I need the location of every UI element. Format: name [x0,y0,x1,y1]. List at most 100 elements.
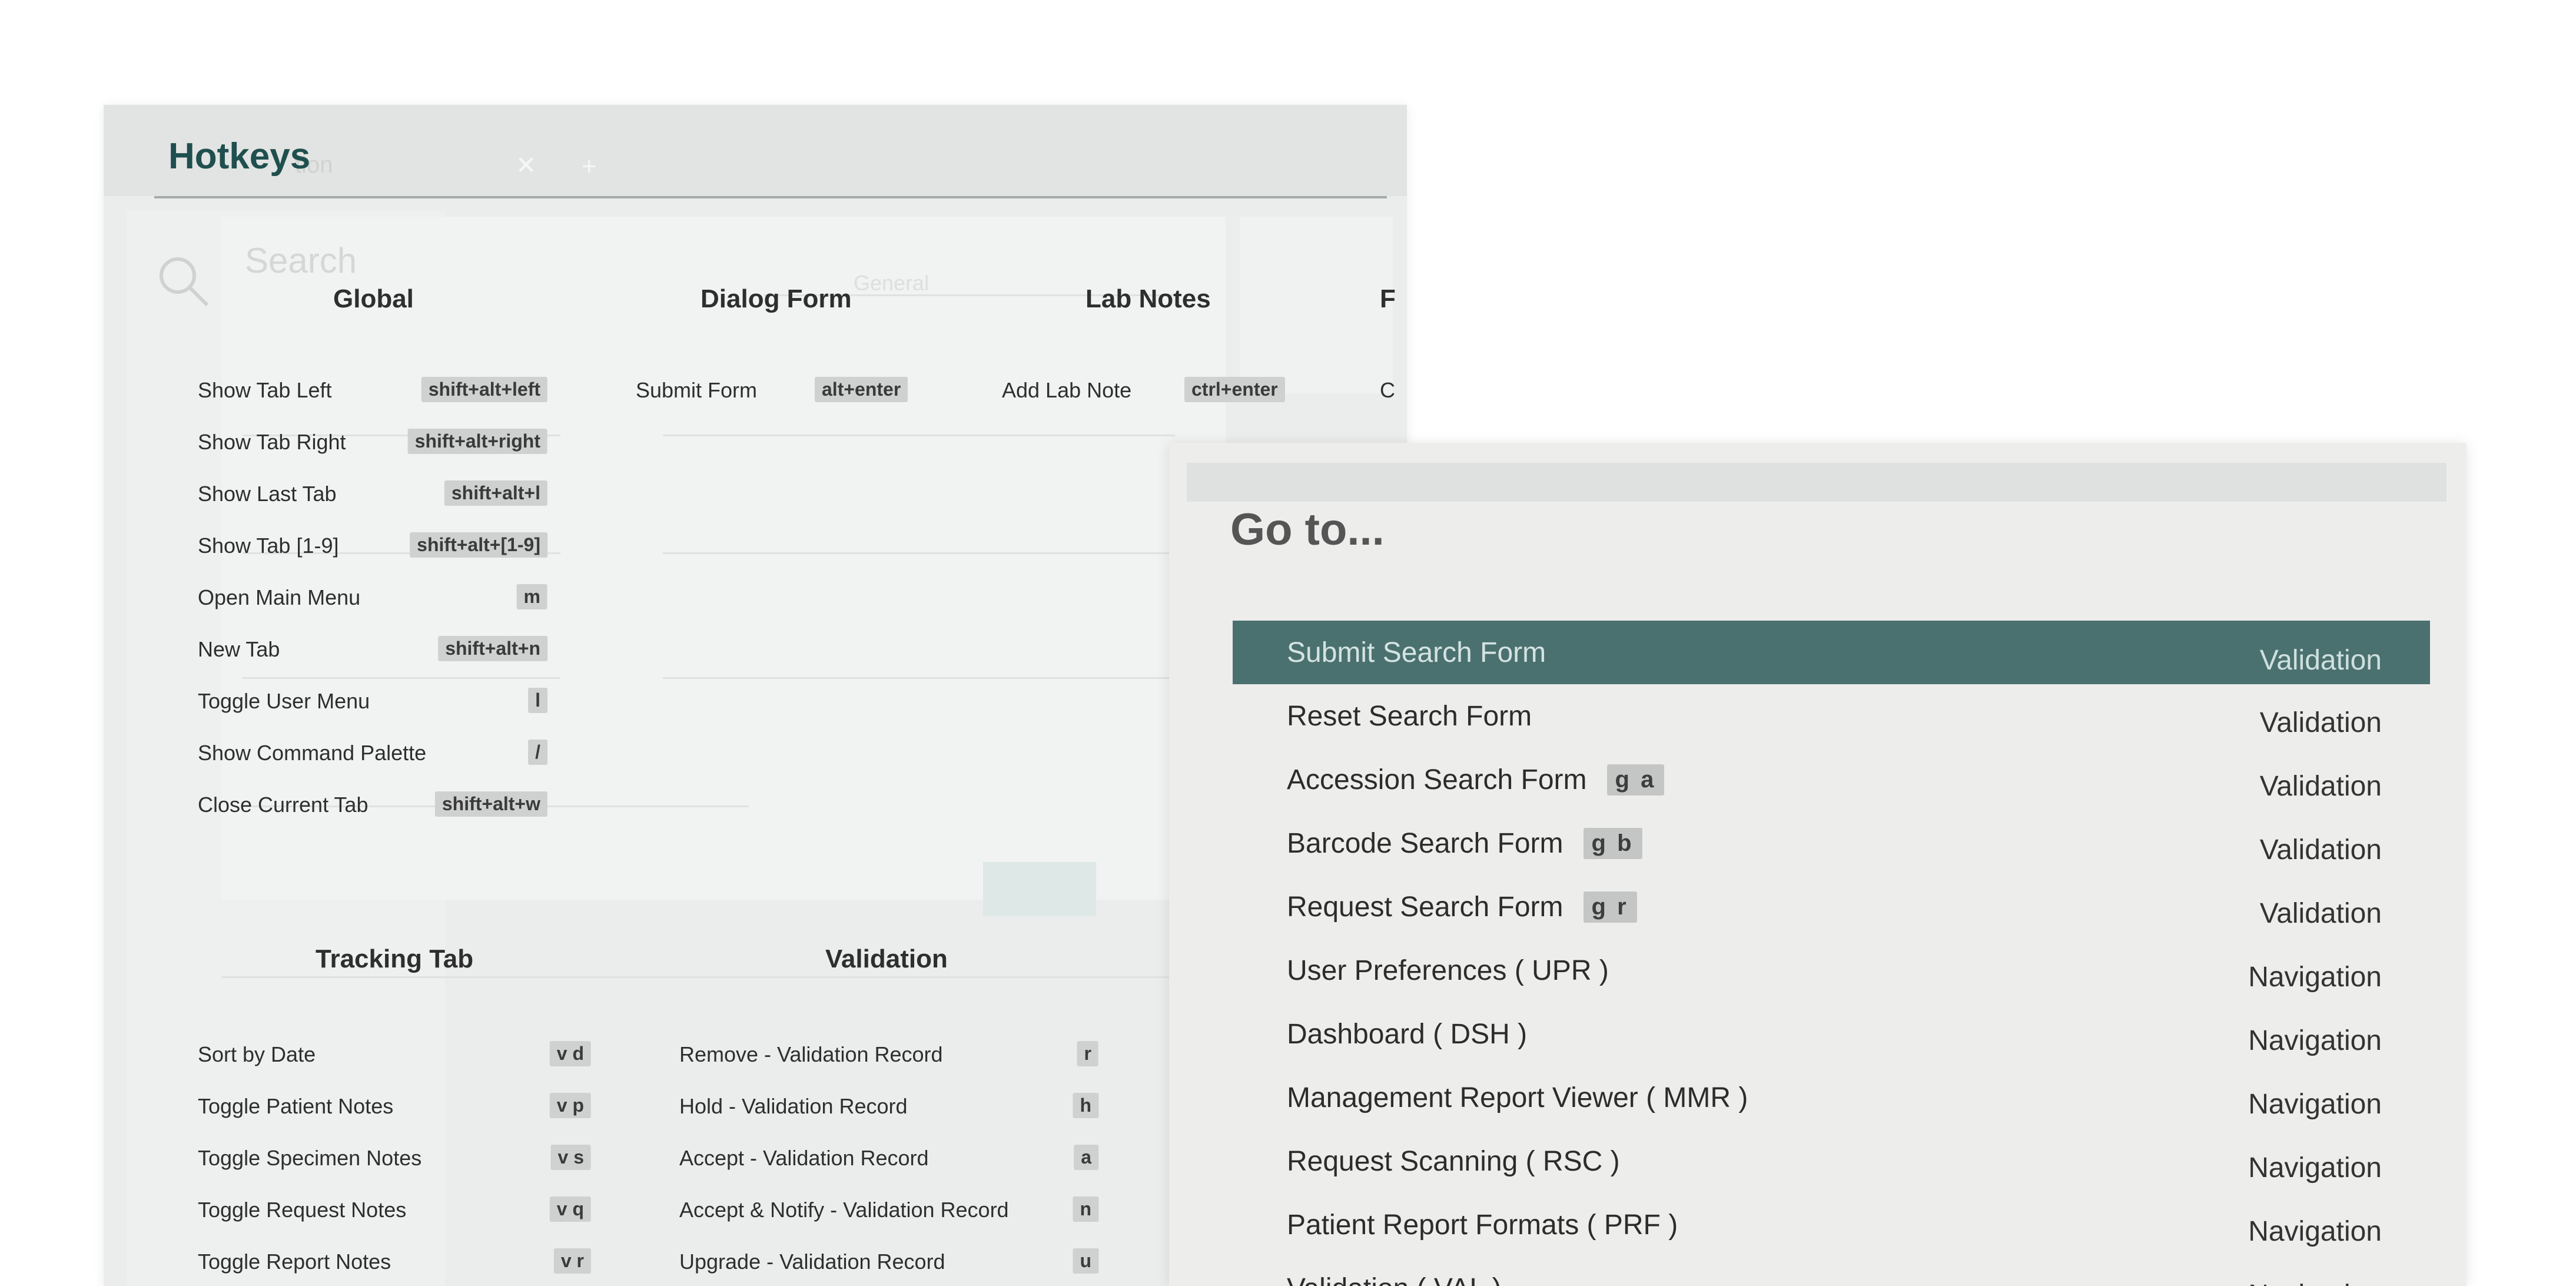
goto-item-label: Patient Report Formats ( PRF ) [1287,1209,1678,1241]
goto-item-category: Navigation [2248,1089,2382,1120]
goto-item-label: Request Scanning ( RSC ) [1287,1145,1620,1177]
hotkey-label: Hold - Validation Record [679,1094,908,1118]
goto-item-category: Navigation [2248,1279,2382,1286]
goto-title: Go to... [1230,505,1385,555]
goto-item-dashboard[interactable]: Dashboard ( DSH ) Navigation [1233,1002,2430,1066]
goto-item-shortcut: g r [1583,891,1637,923]
hotkey-key: shift+alt+w [434,791,547,817]
goto-item-patient-report-formats[interactable]: Patient Report Formats ( PRF ) Navigatio… [1233,1193,2430,1257]
hotkey-label: Toggle Patient Notes [198,1094,394,1118]
goto-item-validation[interactable]: Validation ( VAL ) Navigation [1233,1257,2430,1286]
goto-item-category: Navigation [2248,1152,2382,1184]
hotkey-key: h [1073,1093,1098,1118]
hotkey-key: v d [549,1041,591,1066]
hotkey-label: Show Last Tab [198,482,337,506]
hotkey-key: shift+alt+right [407,429,547,454]
lab-notes-heading: Lab Notes [1085,284,1211,313]
goto-item-category: Validation [2259,834,2382,866]
background-field-line [663,677,1175,679]
hotkey-key: n [1073,1196,1098,1222]
goto-item-label: Reset Search Form [1287,700,1532,732]
hotkey-key: m [516,584,547,609]
hotkey-key: a [1074,1145,1098,1170]
cut-off-heading: F [1380,284,1396,313]
hotkey-key: shift+alt+left [421,377,547,402]
goto-item-label: Management Report Viewer ( MMR ) [1287,1082,1748,1113]
hotkey-key: alt+enter [815,377,908,402]
goto-item-request-scanning[interactable]: Request Scanning ( RSC ) Navigation [1233,1129,2430,1193]
background-search-card [221,217,1226,900]
global-heading: Global [333,284,414,313]
hotkey-label: Show Command Palette [198,741,427,765]
hotkey-label: Sort by Date [198,1042,316,1066]
background-search-button [983,862,1096,916]
hotkey-key: shift+alt+n [438,636,547,661]
goto-item-label: Request Search Form [1287,891,1563,923]
goto-item-management-report-viewer[interactable]: Management Report Viewer ( MMR ) Navigat… [1233,1066,2430,1129]
hotkey-label: Show Tab Right [198,430,346,454]
hotkey-label: New Tab [198,637,280,661]
goto-item-submit-search-form[interactable]: Submit Search Form Validation [1233,621,2430,684]
cut-off-item: C [1380,378,1395,402]
background-field-line [243,677,560,679]
goto-item-category: Validation [2259,771,2382,802]
hotkey-key: u [1073,1248,1098,1274]
background-search-label: Search [245,241,357,280]
hotkey-key: v s [550,1145,591,1170]
hotkey-label: Show Tab [1-9] [198,533,339,558]
hotkey-label: Toggle Report Notes [198,1249,391,1274]
hotkey-key: / [528,740,547,765]
tracking-tab-heading: Tracking Tab [316,944,474,973]
goto-item-category: Navigation [2248,1025,2382,1056]
background-general-label: General [854,271,930,295]
goto-item-barcode-search-form[interactable]: Barcode Search Form g b Validation [1233,811,2430,875]
goto-item-category: Validation [2259,707,2382,738]
background-field-line [663,552,1175,554]
hotkey-label: Toggle User Menu [198,689,370,713]
goto-item-category: Navigation [2248,962,2382,993]
hotkey-label: Toggle Specimen Notes [198,1146,422,1170]
hotkey-label: Open Main Menu [198,585,361,609]
goto-item-label: Validation ( VAL ) [1287,1272,1502,1286]
hotkey-key: v q [549,1196,591,1222]
hotkey-label: Remove - Validation Record [679,1042,943,1066]
hotkey-key: l [528,688,547,713]
hotkey-label: Accept & Notify - Validation Record [679,1198,1009,1222]
goto-item-label: Dashboard ( DSH ) [1287,1018,1528,1050]
goto-item-label: Accession Search Form [1287,764,1587,796]
goto-item-category: Validation [2259,898,2382,929]
goto-item-label: User Preferences ( UPR ) [1287,954,1609,986]
background-tab-close-icon: ✕ [516,151,537,179]
background-new-tab-icon: + [582,152,597,181]
hotkey-label: Add Lab Note [1002,378,1132,402]
hotkey-label: Show Tab Left [198,378,332,402]
goto-item-reset-search-form[interactable]: Reset Search Form Validation [1233,684,2430,748]
hotkey-key: ctrl+enter [1184,377,1285,402]
goto-command-palette: Go to... Submit Search Form Validation R… [1169,443,2467,1286]
hotkey-key: v r [553,1248,591,1274]
hotkey-key: v p [549,1093,591,1118]
goto-item-accession-search-form[interactable]: Accession Search Form g a Validation [1233,748,2430,811]
goto-header-bar [1187,463,2446,502]
dialog-form-heading: Dialog Form [701,284,852,313]
hotkeys-title: Hotkeys [168,136,311,177]
goto-item-request-search-form[interactable]: Request Search Form g r Validation [1233,875,2430,939]
hotkey-label: Close Current Tab [198,793,369,817]
background-search-icon [160,257,209,307]
header-divider [154,196,1387,198]
hotkey-label: Submit Form [636,378,758,402]
background-field-line [663,435,1175,436]
goto-item-label: Barcode Search Form [1287,827,1563,859]
hotkey-key: r [1077,1041,1098,1066]
goto-item-shortcut: g b [1583,827,1642,859]
hotkey-label: Toggle Request Notes [198,1198,407,1222]
hotkey-label: Upgrade - Validation Record [679,1249,945,1274]
goto-results-list: Submit Search Form Validation Reset Sear… [1233,621,2430,1286]
goto-item-user-preferences[interactable]: User Preferences ( UPR ) Navigation [1233,939,2430,1002]
background-side-card [1240,217,1393,393]
goto-item-shortcut: g a [1606,764,1665,796]
goto-item-category: Navigation [2248,1216,2382,1247]
hotkey-key: shift+alt+l [444,480,547,506]
goto-item-label: Submit Search Form [1287,637,1546,668]
validation-heading: Validation [825,944,948,973]
